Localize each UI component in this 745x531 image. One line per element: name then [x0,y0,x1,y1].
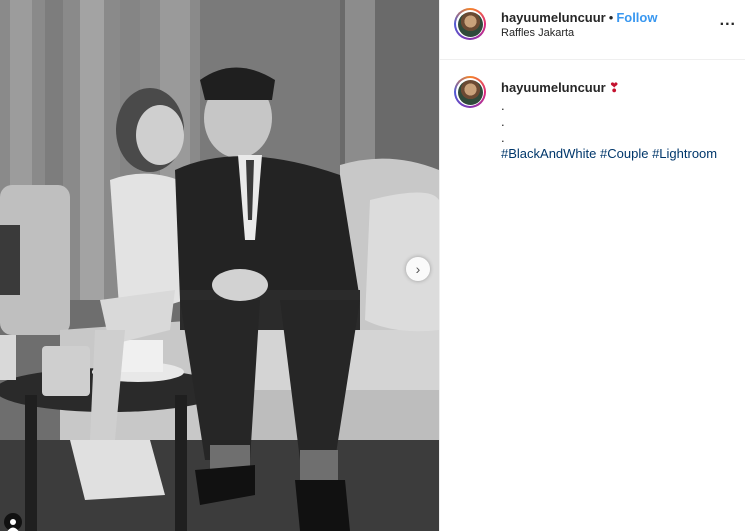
caption-dot-2: . [501,114,505,129]
post-details-panel: hayuumeluncuur • Follow Raffles Jakarta ..… [439,0,745,531]
caption-avatar[interactable] [454,76,486,108]
post-photo[interactable]: › [0,0,439,531]
caption-dot-3: . [501,130,505,145]
avatar[interactable] [454,8,486,40]
caption-username[interactable]: hayuumeluncuur [501,80,606,95]
post-header: hayuumeluncuur • Follow Raffles Jakarta ..… [440,0,745,60]
hashtag-link[interactable]: #Lightroom [652,146,717,161]
chevron-right-icon: › [415,261,421,277]
post-location[interactable]: Raffles Jakarta [501,27,574,39]
more-options-icon[interactable]: ... [720,12,736,30]
separator: • [608,10,614,25]
caption: hayuumeluncuur ❣ . . . #BlackAndWhite #Co… [501,80,736,162]
hashtag-list: #BlackAndWhite #Couple #Lightroom [501,146,736,162]
photo-image [0,0,439,531]
profile-picture [457,11,483,37]
tagged-user-button[interactable] [4,513,22,531]
hashtag-link[interactable]: #Couple [600,146,648,161]
user-icon [7,519,19,531]
hashtag-link[interactable]: #BlackAndWhite [501,146,596,161]
heart-emoji-icon: ❣ [608,80,620,95]
caption-profile-picture [457,79,483,105]
header-line: hayuumeluncuur • Follow [501,9,657,27]
caption-dot-1: . [501,98,505,113]
next-photo-button[interactable]: › [406,257,430,281]
post-username[interactable]: hayuumeluncuur [501,10,606,25]
follow-button[interactable]: Follow [616,10,657,25]
